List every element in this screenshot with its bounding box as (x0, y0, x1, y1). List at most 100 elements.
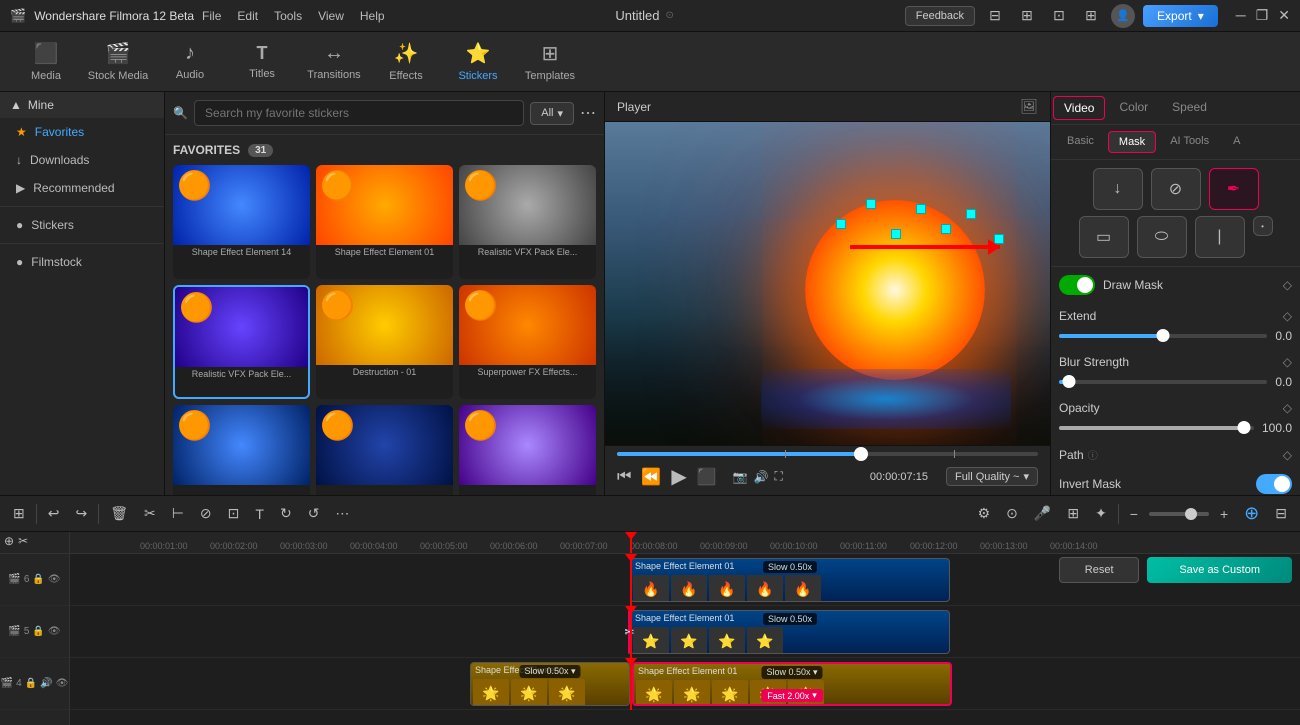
panel-item-downloads[interactable]: ↓ Downloads (0, 146, 164, 174)
menu-tools[interactable]: Tools (274, 9, 302, 23)
panel-item-recommended[interactable]: ▶ Recommended (0, 174, 164, 202)
toolbar-effects[interactable]: ✨ Effects (370, 34, 442, 90)
tl-rotate-button[interactable]: ↻ (275, 502, 297, 525)
subtab-a[interactable]: A (1223, 131, 1250, 153)
extend-keyframe-icon[interactable]: ◇ (1283, 309, 1292, 323)
tl-redo-button[interactable]: ↪ (70, 502, 92, 525)
progress-thumb[interactable] (854, 447, 868, 461)
screenshot-button[interactable]: 📷 (733, 470, 748, 484)
search-input[interactable] (194, 100, 524, 126)
step-back-button[interactable]: ⏪ (641, 467, 661, 487)
tl-undo-button[interactable]: ↩ (43, 502, 65, 525)
menu-view[interactable]: View (318, 9, 344, 23)
tl-unlink-button[interactable]: ⊘ (195, 502, 217, 525)
mask-tool-slash[interactable]: ⊘ (1151, 168, 1201, 210)
mask-point[interactable] (966, 209, 976, 219)
track-5-lock-icon[interactable]: 🔒 (32, 626, 44, 637)
tl-ai-button[interactable]: ✦ (1090, 502, 1112, 525)
extend-slider[interactable] (1059, 334, 1267, 338)
toolbar-stock-media[interactable]: 🎬 Stock Media (82, 34, 154, 90)
tl-text-button[interactable]: T (250, 503, 269, 525)
layout-icon[interactable]: ⊞ (1079, 7, 1103, 24)
mask-point[interactable] (916, 204, 926, 214)
list-item[interactable]: 🟠 Shape Effect Element 14 (173, 165, 310, 279)
list-item[interactable]: 🟠 Superpower FX Effects... (459, 285, 596, 399)
tl-export-clip-button[interactable]: ⊞ (1062, 502, 1084, 525)
opacity-slider[interactable] (1059, 426, 1254, 430)
win-close-button[interactable]: ✕ (1278, 7, 1290, 24)
tl-zoom-thumb[interactable] (1185, 508, 1197, 520)
invert-toggle-on[interactable] (1256, 474, 1292, 494)
toolbar-stickers[interactable]: ⭐ Stickers (442, 34, 514, 90)
subtab-basic[interactable]: Basic (1057, 131, 1104, 153)
skip-back-button[interactable]: ⏮ (617, 468, 631, 486)
path-info-icon[interactable]: ⓘ (1088, 447, 1098, 462)
tl-layout-button[interactable]: ⊟ (1270, 502, 1292, 525)
playhead[interactable] (630, 532, 632, 553)
mask-point[interactable] (836, 219, 846, 229)
subtab-mask[interactable]: Mask (1108, 131, 1156, 153)
tl-reverse-button[interactable]: ↺ (303, 502, 325, 525)
opacity-thumb[interactable] (1238, 421, 1251, 434)
tl-zoom-slider[interactable] (1149, 512, 1209, 516)
stop-button[interactable]: ⬛ (697, 467, 717, 487)
blur-keyframe-icon[interactable]: ◇ (1283, 355, 1292, 369)
track-4-audio-icon[interactable]: 🔊 (40, 678, 52, 689)
fullscreen-icon[interactable]: ⊞ (1015, 7, 1039, 24)
tl-magic-button[interactable]: ⊙ (1001, 502, 1023, 525)
path-diamond-icon[interactable]: ◇ (1283, 448, 1292, 462)
fullscreen-button[interactable]: ⛶ (775, 469, 783, 484)
panel-item-favorites[interactable]: ★ Favorites (0, 118, 164, 146)
mask-point[interactable] (891, 229, 901, 239)
track-4-eye-icon[interactable]: 👁 (56, 678, 69, 689)
menu-file[interactable]: File (202, 9, 221, 23)
tl-zoom-out-button[interactable]: − (1125, 503, 1143, 525)
track-clip[interactable]: Slow 0.50x Shape Effect Element 01 ⭐ ⭐ ⭐… (630, 610, 950, 654)
win-minimize-button[interactable]: ─ (1236, 7, 1246, 24)
toolbar-transitions[interactable]: ↔ Transitions (298, 34, 370, 90)
track-5-eye-icon[interactable]: 👁 (48, 626, 61, 637)
opacity-keyframe-icon[interactable]: ◇ (1283, 401, 1292, 415)
track-clip[interactable]: Slow 0.50x ▾ Shape Effect Element 01 🌟 🌟… (632, 662, 952, 706)
list-item[interactable]: 🟠 Destruction - 01 (316, 285, 453, 399)
extend-thumb[interactable] (1157, 329, 1170, 342)
devices-icon[interactable]: ⊡ (1047, 7, 1071, 24)
win-restore-button[interactable]: ❐ (1256, 7, 1269, 24)
feedback-button[interactable]: Feedback (905, 6, 975, 26)
toolbar-audio[interactable]: ♪ Audio (154, 34, 226, 90)
fast-speed-badge[interactable]: Fast 2.00x ▾ (761, 689, 823, 702)
tab-color[interactable]: Color (1107, 92, 1160, 124)
mask-tool-download[interactable]: ↓ (1093, 168, 1143, 210)
tl-settings-button[interactable]: ⚙ (973, 502, 996, 525)
tab-speed[interactable]: Speed (1160, 92, 1219, 124)
play-button[interactable]: ▶ (671, 464, 686, 489)
toolbar-media[interactable]: ⬛ Media (10, 34, 82, 90)
quality-button[interactable]: Full Quality ~ ▾ (946, 467, 1038, 486)
invert-mask-toggle[interactable] (1256, 474, 1292, 494)
tl-grid-button[interactable]: ⊞ (8, 502, 30, 525)
list-item[interactable]: 🟠 (459, 405, 596, 495)
avatar[interactable]: 👤 (1111, 4, 1135, 28)
tl-add-track-button[interactable]: ⊕ (1239, 500, 1264, 527)
blur-slider[interactable] (1059, 380, 1267, 384)
list-item[interactable]: 🟠 (173, 405, 310, 495)
list-item[interactable]: 🟠 (316, 405, 453, 495)
minimize-icon[interactable]: ⊟ (983, 7, 1007, 24)
panel-item-stickers[interactable]: ● Stickers (0, 211, 164, 239)
toolbar-templates[interactable]: ⊞ Templates (514, 34, 586, 90)
mask-tool-pen[interactable]: ✒ (1209, 168, 1259, 210)
draw-mask-toggle[interactable] (1059, 275, 1095, 295)
scissors-icon[interactable]: ✂ (18, 534, 28, 548)
toolbar-titles[interactable]: T Titles (226, 34, 298, 90)
tl-mic-button[interactable]: 🎤 (1029, 502, 1056, 525)
list-item[interactable]: 🟠 Realistic VFX Pack Ele... (459, 165, 596, 279)
tl-split-button[interactable]: ⊢ (167, 502, 189, 525)
audio-button[interactable]: 🔊 (754, 470, 769, 484)
list-item[interactable]: 🟠 Realistic VFX Pack Ele... (173, 285, 310, 399)
track-clip[interactable]: Slow 0.50x ▾ Shape Effect Elemen... 🌟 🌟 … (470, 662, 630, 706)
mask-point[interactable] (941, 224, 951, 234)
export-button[interactable]: Export ▾ (1143, 5, 1218, 27)
menu-help[interactable]: Help (360, 9, 385, 23)
panel-item-filmstock[interactable]: ● Filmstock (0, 248, 164, 276)
list-item[interactable]: 🟠 Shape Effect Element 01 (316, 165, 453, 279)
